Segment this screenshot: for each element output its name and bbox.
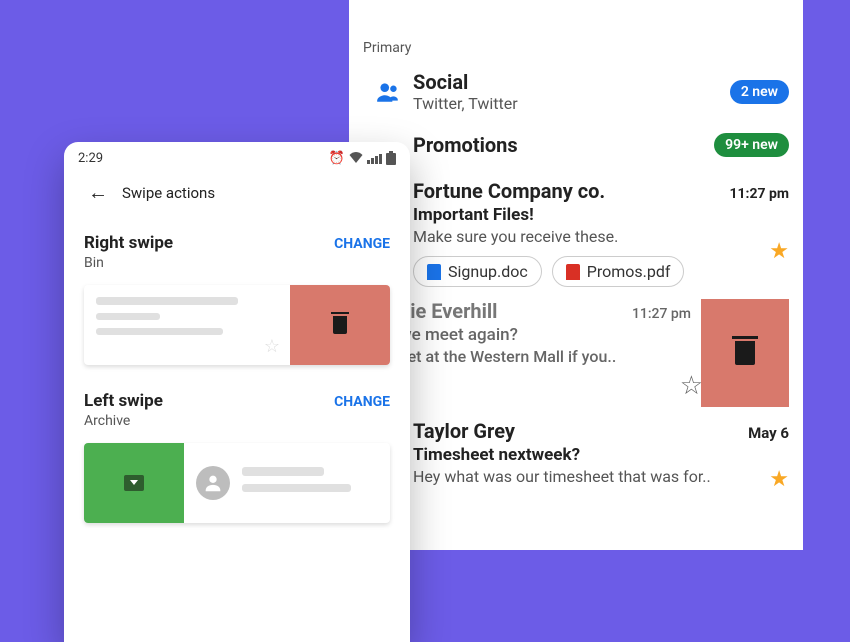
inbox-panel: Primary Social Twitter, Twitter 2 new Pr… [349, 0, 803, 550]
trash-icon [735, 341, 755, 365]
social-badge: 2 new [730, 80, 789, 104]
star-outline-icon[interactable]: ☆ [680, 371, 701, 401]
category-promotions-row[interactable]: Promotions 99+ new [349, 123, 803, 167]
status-time: 2:29 [78, 151, 329, 166]
inbox-category-label: Primary [349, 0, 803, 66]
email-preview: Make sure you receive these. [413, 225, 789, 246]
preview-delete-action [290, 285, 390, 365]
wifi-icon [349, 152, 363, 166]
star-icon[interactable]: ★ [769, 239, 789, 264]
status-bar: 2:29 ⏰ [64, 142, 410, 168]
email-item[interactable]: Fortune Company co. 11:27 pm Important F… [349, 167, 803, 299]
star-icon[interactable]: ★ [769, 467, 789, 492]
back-arrow-icon[interactable]: ← [88, 180, 108, 205]
email-subject: Timesheet nextweek? [413, 443, 789, 465]
settings-title: Swipe actions [122, 184, 215, 202]
right-swipe-title: Right swipe [84, 233, 334, 253]
change-button[interactable]: CHANGE [334, 394, 390, 410]
trash-icon [333, 316, 347, 334]
social-text: Social Twitter, Twitter [413, 70, 730, 113]
email-subject: we meet again? [399, 323, 691, 345]
email-time: 11:27 pm [632, 306, 691, 322]
preview-archive-action [84, 443, 184, 523]
pdf-icon [566, 264, 580, 280]
status-icons: ⏰ [329, 151, 396, 166]
right-swipe-sub: Bin [64, 255, 410, 281]
section-header: Right swipe CHANGE [64, 229, 410, 255]
promotions-badge: 99+ new [714, 133, 789, 157]
attachment-name: Promos.pdf [587, 262, 671, 281]
preview-content [184, 443, 390, 523]
signal-icon [367, 154, 382, 164]
people-icon [363, 79, 413, 105]
email-time: 11:27 pm [729, 186, 789, 202]
promotions-title: Promotions [413, 133, 714, 157]
attachment-name: Signup.doc [448, 262, 528, 281]
swipe-delete-action[interactable] [701, 299, 789, 407]
email-preview: Hey what was our timesheet that was for.… [413, 465, 789, 486]
attachment-chip[interactable]: Signup.doc [413, 256, 542, 287]
email-item[interactable]: Taylor Grey May 6 Timesheet nextweek? He… [349, 407, 803, 486]
attachments: Signup.doc Promos.pdf [413, 256, 789, 287]
social-title: Social [413, 70, 730, 94]
archive-icon [124, 475, 144, 491]
left-swipe-preview [84, 443, 390, 523]
email-sender: Fortune Company co. [413, 179, 729, 203]
section-header: Left swipe CHANGE [64, 387, 410, 413]
settings-phone: 2:29 ⏰ ← Swipe actions Right swipe CHANG… [64, 142, 410, 642]
preview-content: ☆ [84, 285, 290, 365]
star-outline-icon: ☆ [264, 336, 280, 357]
avatar-icon [196, 466, 230, 500]
social-subtitle: Twitter, Twitter [413, 94, 730, 113]
email-item-swiping[interactable]: hie Everhill 11:27 pm we meet again? eet… [349, 299, 803, 407]
battery-icon [386, 153, 396, 165]
category-social-row[interactable]: Social Twitter, Twitter 2 new [349, 66, 803, 123]
email-sender: hie Everhill [399, 299, 632, 323]
left-swipe-title: Left swipe [84, 391, 334, 411]
left-swipe-sub: Archive [64, 413, 410, 439]
email-time: May 6 [748, 424, 789, 442]
email-preview: eet at the Western Mall if you.. [399, 345, 691, 366]
right-swipe-preview: ☆ [84, 285, 390, 365]
change-button[interactable]: CHANGE [334, 236, 390, 252]
email-subject: Important Files! [413, 203, 789, 225]
settings-header: ← Swipe actions [64, 168, 410, 229]
email-sender: Taylor Grey [413, 419, 748, 443]
attachment-chip[interactable]: Promos.pdf [552, 256, 685, 287]
doc-icon [427, 264, 441, 280]
alarm-icon: ⏰ [329, 151, 345, 166]
